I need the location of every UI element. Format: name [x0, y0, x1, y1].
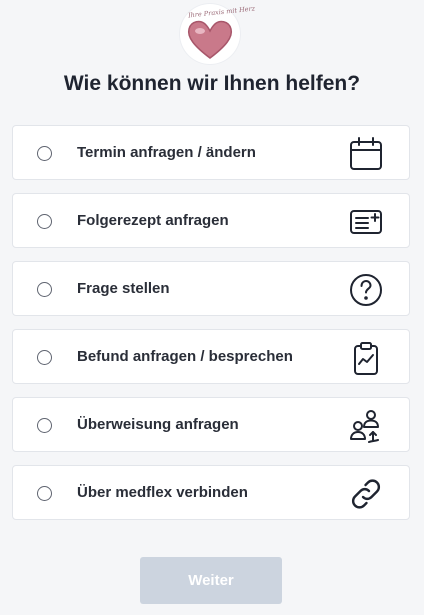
option-medflex[interactable]: Über medflex verbinden [12, 465, 410, 520]
option-frage[interactable]: Frage stellen [12, 261, 410, 316]
page-title: Wie können wir Ihnen helfen? [63, 72, 361, 95]
option-label: Folgerezept anfragen [77, 212, 229, 229]
option-label: Über medflex verbinden [77, 484, 248, 501]
clipboard-chart-icon [349, 341, 383, 375]
option-ueberweisung[interactable]: Überweisung anfragen [12, 397, 410, 452]
option-label: Termin anfragen / ändern [77, 144, 256, 161]
option-termin[interactable]: Termin anfragen / ändern [12, 125, 410, 180]
question-icon [349, 273, 383, 307]
calendar-icon [349, 137, 383, 171]
option-befund[interactable]: Befund anfragen / besprechen [12, 329, 410, 384]
radio-button[interactable] [37, 486, 52, 501]
link-icon [349, 477, 383, 511]
radio-button[interactable] [37, 214, 52, 229]
option-folgerezept[interactable]: Folgerezept anfragen [12, 193, 410, 248]
prescription-add-icon [349, 205, 383, 239]
radio-button[interactable] [37, 282, 52, 297]
practice-logo: Ihre Praxis mit Herz [180, 4, 255, 64]
option-label: Frage stellen [77, 280, 170, 297]
radio-button[interactable] [37, 146, 52, 161]
option-label: Befund anfragen / besprechen [77, 348, 293, 365]
continue-button[interactable]: Weiter [140, 557, 282, 604]
heart-icon [187, 20, 233, 59]
referral-users-icon [349, 409, 383, 443]
request-options-list: Termin anfragen / ändern Folgerezept anf… [12, 125, 410, 533]
option-label: Überweisung anfragen [77, 416, 239, 433]
radio-button[interactable] [37, 350, 52, 365]
radio-button[interactable] [37, 418, 52, 433]
